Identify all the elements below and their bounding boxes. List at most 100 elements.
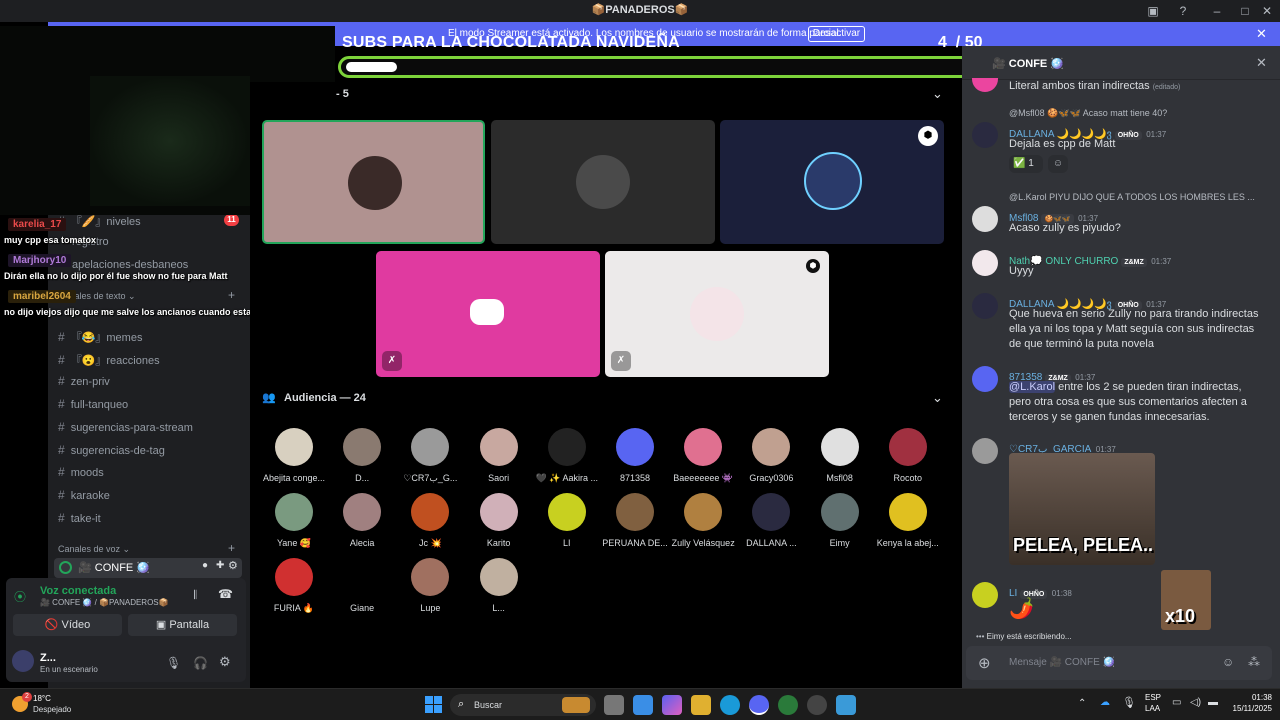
audience-member[interactable]: DALLANA ...: [736, 493, 806, 548]
audience-member[interactable]: Alecia: [327, 493, 397, 548]
obs-icon[interactable]: [807, 695, 827, 715]
audience-member[interactable]: Saori: [464, 428, 534, 483]
reaction-button[interactable]: ✅ 1: [1009, 155, 1043, 173]
user-settings-icon[interactable]: ⚙: [219, 654, 231, 670]
screen-share-button[interactable]: ▣ Pantalla: [128, 614, 237, 636]
message-avatar[interactable]: [972, 122, 998, 148]
user-mention[interactable]: @L.Karol: [1009, 381, 1056, 393]
reply-preview[interactable]: @L.Karol PIYU DIJO QUE A TODOS LOS HOMBR…: [1009, 192, 1255, 202]
audience-member[interactable]: FURIA 🔥: [259, 558, 329, 614]
audience-member[interactable]: LI: [532, 493, 602, 548]
audience-member[interactable]: Eimy: [805, 493, 875, 548]
collapse-speakers-icon[interactable]: ⌄: [932, 86, 943, 102]
audience-member[interactable]: Jc 💥: [395, 493, 465, 549]
settings-gear-icon[interactable]: ⚙: [228, 559, 238, 572]
audience-member[interactable]: Msfl08: [805, 428, 875, 483]
message-avatar[interactable]: [972, 366, 998, 392]
inbox-icon[interactable]: ▣: [1144, 2, 1162, 20]
add-voice-channel-icon[interactable]: +: [228, 541, 235, 555]
sidebar-channel-item[interactable]: # moods: [58, 465, 104, 485]
minimize-icon[interactable]: –: [1208, 2, 1226, 20]
file-explorer-icon[interactable]: [691, 695, 711, 715]
audience-member[interactable]: Kenya la abej...: [873, 493, 943, 548]
widgets-icon[interactable]: [633, 695, 653, 715]
sidebar-channel-item[interactable]: # sugerencias-de-tag: [58, 443, 165, 463]
audience-member[interactable]: D...: [327, 428, 397, 483]
message-avatar[interactable]: [972, 582, 998, 608]
sidebar-channel-item[interactable]: # full-tanqueo: [58, 397, 128, 417]
headphones-icon[interactable]: 🎧: [193, 656, 208, 670]
sidebar-channel-item[interactable]: # sugerencias-para-stream: [58, 420, 193, 440]
audience-member[interactable]: Baeeeeeee 👾: [668, 428, 738, 484]
speaker-tile[interactable]: ⬢: [720, 120, 944, 244]
onedrive-icon[interactable]: ☁: [1100, 697, 1110, 708]
audience-member[interactable]: Gracy0306: [736, 428, 806, 483]
language-code[interactable]: ESP: [1145, 693, 1161, 702]
battery-icon[interactable]: ▬: [1208, 697, 1218, 708]
close-window-icon[interactable]: ✕: [1258, 2, 1276, 20]
add-reaction-icon[interactable]: ☺: [1048, 155, 1068, 173]
message-input[interactable]: Mensaje 🎥 CONFE 🪩: [1009, 657, 1115, 668]
photos-icon[interactable]: [836, 695, 856, 715]
message-avatar[interactable]: [972, 250, 998, 276]
audience-member[interactable]: Rocoto: [873, 428, 943, 483]
noise-suppression-icon[interactable]: 𝄃: [194, 588, 197, 603]
voice-category[interactable]: Canales de voz ⌄: [58, 544, 130, 555]
edge-browser-icon[interactable]: [720, 695, 740, 715]
audience-member[interactable]: Giane: [327, 558, 397, 613]
speaker-tile[interactable]: ⬢ ✗: [605, 251, 829, 377]
video-button[interactable]: 🚫 Vídeo: [13, 614, 122, 636]
apps-icon[interactable]: ⁂: [1248, 655, 1260, 669]
audience-member[interactable]: L...: [464, 558, 534, 613]
network-icon[interactable]: ▭: [1172, 697, 1181, 708]
sidebar-channel-item[interactable]: # zen-priv: [58, 374, 110, 394]
user-name[interactable]: Z...: [40, 652, 56, 664]
audience-member[interactable]: Karito: [464, 493, 534, 548]
voice-status[interactable]: Voz conectada: [40, 585, 116, 597]
attach-plus-icon[interactable]: ⊕: [978, 654, 991, 672]
audience-member[interactable]: Lupe: [395, 558, 465, 613]
banner-close-icon[interactable]: ✕: [1256, 26, 1267, 42]
deactivate-button[interactable]: Desactivar: [808, 26, 865, 42]
sidebar-channel-item[interactable]: # karaoke: [58, 488, 110, 508]
weather-temp[interactable]: 18°C: [33, 694, 51, 703]
volume-icon[interactable]: ◁): [1190, 697, 1201, 708]
mic-tray-icon[interactable]: 🎙: [1122, 696, 1136, 709]
audience-member[interactable]: 🖤 ✨ Aakira ...: [532, 428, 602, 484]
speaker-tile[interactable]: [262, 120, 485, 244]
chrome-icon[interactable]: [778, 695, 798, 715]
tray-expand-icon[interactable]: ⌃: [1078, 698, 1086, 709]
sidebar-channel-item[interactable]: # 『😂』memes: [58, 329, 142, 349]
disconnect-icon[interactable]: ☎: [218, 587, 233, 601]
chat-icon[interactable]: ●: [202, 560, 208, 571]
taskbar-search[interactable]: ⌕ Buscar: [450, 694, 596, 716]
voice-channel-item[interactable]: 🎥 CONFE 🪩 ● ✚ ⚙: [54, 558, 242, 578]
discord-app-icon[interactable]: [749, 695, 769, 715]
message-avatar[interactable]: [972, 293, 998, 319]
message-avatar[interactable]: [972, 438, 998, 464]
collapse-audience-icon[interactable]: ⌄: [932, 390, 943, 406]
windows-start-icon[interactable]: [425, 696, 442, 713]
clock-date[interactable]: 15/11/2025: [1226, 704, 1272, 713]
speaker-tile[interactable]: ✗: [376, 251, 600, 377]
message-avatar[interactable]: [972, 206, 998, 232]
task-view-icon[interactable]: [604, 695, 624, 715]
sidebar-channel-item[interactable]: # 『😮』reacciones: [58, 352, 160, 372]
sidebar-channel-item[interactable]: # take-it: [58, 511, 101, 531]
speaker-tile[interactable]: [491, 120, 715, 244]
close-chat-icon[interactable]: ✕: [1256, 55, 1267, 71]
maximize-icon[interactable]: □: [1236, 2, 1254, 20]
emoji-icon[interactable]: ☺: [1222, 655, 1234, 669]
reply-preview[interactable]: @Msfl08 🍪🦋🦋 Acaso matt tiene 40?: [1009, 108, 1167, 119]
audience-member[interactable]: Zully Velásquez: [668, 493, 738, 548]
clock-time[interactable]: 01:38: [1226, 693, 1272, 702]
user-avatar[interactable]: [12, 650, 34, 672]
help-icon[interactable]: ?: [1174, 2, 1192, 20]
audience-member[interactable]: PERUANA DE...: [600, 493, 670, 548]
audience-member[interactable]: ♡CR7ب_G...: [395, 428, 465, 484]
audience-member[interactable]: Abejita conge...: [259, 428, 329, 483]
microphone-icon[interactable]: 🎙: [166, 656, 181, 670]
invite-icon[interactable]: ✚: [216, 560, 224, 571]
copilot-icon[interactable]: [662, 695, 682, 715]
audience-member[interactable]: Yane 🥰: [259, 493, 329, 549]
